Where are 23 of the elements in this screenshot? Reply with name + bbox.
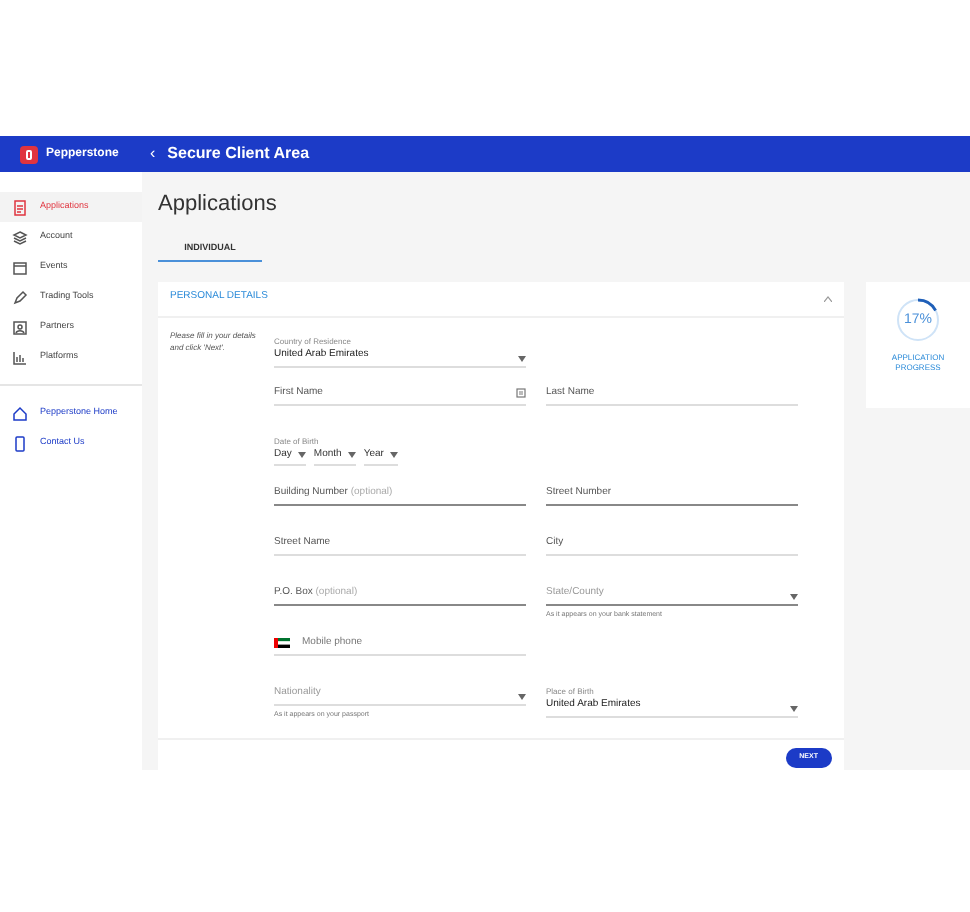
back-button[interactable]: ‹ bbox=[144, 142, 162, 166]
dropdown-caret-icon bbox=[297, 451, 306, 458]
dropdown-caret-icon bbox=[518, 356, 526, 362]
pen-icon bbox=[12, 289, 28, 305]
dropdown-caret-icon bbox=[790, 594, 798, 600]
layers-icon bbox=[12, 229, 28, 245]
home-icon bbox=[12, 405, 28, 421]
progress-ring bbox=[894, 295, 942, 343]
chart-icon bbox=[12, 349, 28, 365]
phone-icon bbox=[12, 435, 28, 451]
person-icon bbox=[12, 319, 28, 335]
logo-icon bbox=[20, 145, 38, 163]
document-icon bbox=[12, 199, 28, 215]
collapse-chevron-icon[interactable] bbox=[824, 295, 832, 301]
dropdown-caret-icon bbox=[518, 694, 526, 700]
flag-icon bbox=[274, 637, 290, 648]
header-title: Secure Client Area bbox=[167, 142, 310, 166]
dropdown-caret-icon bbox=[389, 451, 398, 458]
calendar-icon bbox=[12, 259, 28, 275]
page-title: Applications bbox=[158, 190, 279, 220]
dropdown-caret-icon bbox=[347, 451, 356, 458]
dropdown-caret-icon bbox=[790, 706, 798, 712]
card-icon bbox=[516, 387, 526, 398]
